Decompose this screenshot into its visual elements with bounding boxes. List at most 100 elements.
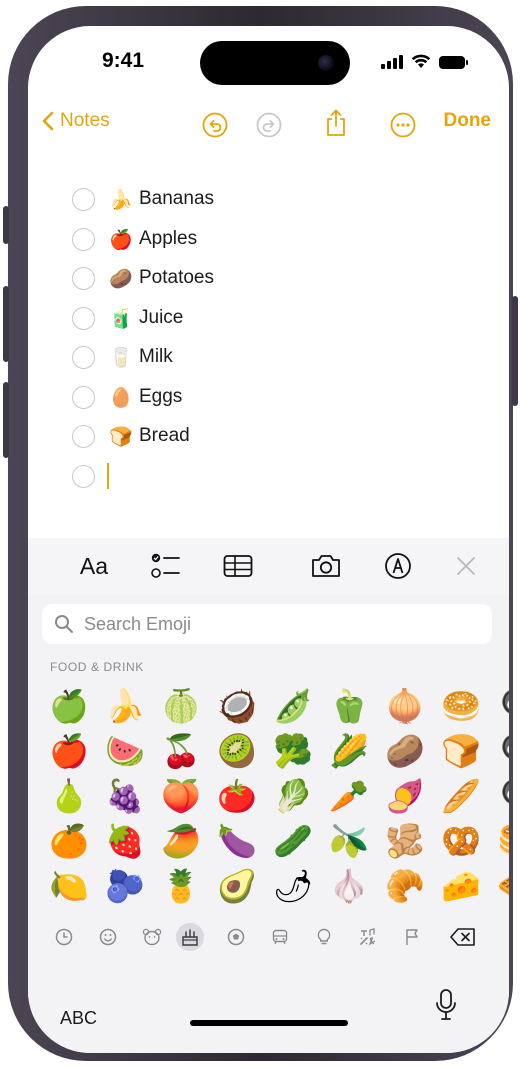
emoji-key[interactable]: 🍓 <box>98 819 152 863</box>
activity-category-button[interactable] <box>222 923 250 951</box>
emoji-key[interactable]: 🍳 <box>490 774 509 818</box>
delete-button[interactable] <box>446 923 480 951</box>
checklist-circle[interactable] <box>72 385 95 409</box>
checklist-item: 🥚 Eggs <box>72 382 182 412</box>
redo-button[interactable] <box>256 112 282 138</box>
symbols-category-button[interactable] <box>354 923 382 951</box>
emoji-key[interactable]: 🧇 <box>490 864 509 908</box>
emoji-key[interactable]: 🍏 <box>42 684 96 728</box>
smileys-icon <box>99 928 117 946</box>
checklist-circle[interactable] <box>72 464 95 488</box>
emoji-key[interactable]: 🥖 <box>434 774 488 818</box>
emoji-key[interactable]: 🫑 <box>322 684 376 728</box>
objects-category-button[interactable] <box>310 923 338 951</box>
emoji-key[interactable]: 🥞 <box>490 819 509 863</box>
emoji-key[interactable]: 🌶 <box>266 864 320 908</box>
item-emoji: 🥚 <box>109 386 133 409</box>
checklist-circle[interactable] <box>72 187 95 211</box>
emoji-key[interactable]: 🥯 <box>434 684 488 728</box>
done-button[interactable]: Done <box>444 110 492 132</box>
emoji-key[interactable]: 🫐 <box>98 864 152 908</box>
emoji-key[interactable]: 🥕 <box>322 774 376 818</box>
dictation-button[interactable] <box>434 988 458 1027</box>
emoji-key[interactable]: 🫚 <box>378 819 432 863</box>
checklist-circle[interactable] <box>72 345 95 369</box>
emoji-key[interactable]: 🌽 <box>322 729 376 773</box>
emoji-key[interactable]: 🍉 <box>98 729 152 773</box>
flags-category-button[interactable] <box>398 923 426 951</box>
travel-category-button[interactable] <box>266 923 294 951</box>
emoji-key[interactable]: 🍌 <box>98 684 152 728</box>
back-button[interactable]: Notes <box>42 110 110 132</box>
emoji-key[interactable]: 🥑 <box>210 864 264 908</box>
emoji-key[interactable]: 🥥 <box>210 684 264 728</box>
emoji-key[interactable]: 🍑 <box>154 774 208 818</box>
emoji-key[interactable]: 🍠 <box>378 774 432 818</box>
emoji-key[interactable]: 🥐 <box>378 864 432 908</box>
item-label[interactable]: Milk <box>139 346 173 368</box>
close-button[interactable] <box>448 550 484 582</box>
emoji-key[interactable]: 🍳 <box>490 729 509 773</box>
markup-button[interactable] <box>378 550 418 582</box>
checklist-circle[interactable] <box>72 266 95 290</box>
item-label[interactable]: Juice <box>139 307 183 329</box>
emoji-key[interactable]: 🥔 <box>378 729 432 773</box>
animals-category-button[interactable] <box>138 923 166 951</box>
emoji-key[interactable]: 🍅 <box>210 774 264 818</box>
camera-lens <box>318 55 334 71</box>
emoji-key[interactable]: 🧀 <box>434 864 488 908</box>
emoji-category-bar <box>28 919 509 955</box>
emoji-key[interactable]: 🍋 <box>42 864 96 908</box>
emoji-key[interactable]: 🍊 <box>42 819 96 863</box>
item-label[interactable]: Potatoes <box>139 267 214 289</box>
smileys-category-button[interactable] <box>94 923 122 951</box>
food-category-button[interactable] <box>176 923 204 951</box>
item-label[interactable]: Eggs <box>139 386 182 408</box>
item-label[interactable]: Bananas <box>139 188 214 210</box>
item-emoji: 🥔 <box>109 267 133 290</box>
emoji-key[interactable]: 🫛 <box>266 684 320 728</box>
emoji-key[interactable]: 🍞 <box>434 729 488 773</box>
food-icon <box>182 929 198 946</box>
emoji-search-input[interactable]: Search Emoji <box>42 604 492 644</box>
more-icon <box>390 112 416 138</box>
emoji-key[interactable]: 🍍 <box>154 864 208 908</box>
emoji-key[interactable]: 🥨 <box>434 819 488 863</box>
emoji-key[interactable]: 🍐 <box>42 774 96 818</box>
checklist-button[interactable] <box>146 550 186 582</box>
more-button[interactable] <box>390 112 416 138</box>
item-label[interactable]: Apples <box>139 228 197 250</box>
text-style-button[interactable]: Aa <box>74 550 114 582</box>
status-time: 9:41 <box>102 49 145 72</box>
abc-keyboard-button[interactable]: ABC <box>60 1008 97 1029</box>
screen: 9:41 Notes Done 🍌 Bananas 🍎 Apples 🥔 Pot… <box>28 26 509 1053</box>
emoji-key[interactable]: 🧅 <box>378 684 432 728</box>
emoji-key[interactable]: 🥒 <box>266 819 320 863</box>
wifi-icon <box>411 54 431 68</box>
emoji-key[interactable]: 🧄 <box>322 864 376 908</box>
emoji-key[interactable]: 🥭 <box>154 819 208 863</box>
emoji-key[interactable]: 🫒 <box>322 819 376 863</box>
emoji-key[interactable]: 🍇 <box>98 774 152 818</box>
emoji-key[interactable]: 🥬 <box>266 774 320 818</box>
emoji-key[interactable]: 🍈 <box>154 684 208 728</box>
table-button[interactable] <box>218 550 258 582</box>
recent-category-button[interactable] <box>50 923 78 951</box>
emoji-key[interactable]: 🍒 <box>154 729 208 773</box>
emoji-key[interactable]: 🥦 <box>266 729 320 773</box>
emoji-key[interactable]: 🍆 <box>210 819 264 863</box>
emoji-key[interactable]: 🍎 <box>42 729 96 773</box>
item-emoji: 🍎 <box>109 228 133 251</box>
home-indicator[interactable] <box>190 1020 348 1026</box>
checklist-circle[interactable] <box>72 227 95 251</box>
checklist-item: 🍌 Bananas <box>72 184 214 214</box>
emoji-key[interactable]: 🥝 <box>210 729 264 773</box>
camera-button[interactable] <box>306 550 346 582</box>
mute-switch <box>3 206 9 244</box>
checklist-circle[interactable] <box>72 424 95 448</box>
share-button[interactable] <box>324 108 348 138</box>
item-label[interactable]: Bread <box>139 425 190 447</box>
emoji-key[interactable]: 🍳 <box>490 684 509 728</box>
checklist-circle[interactable] <box>72 306 95 330</box>
undo-button[interactable] <box>202 112 228 138</box>
